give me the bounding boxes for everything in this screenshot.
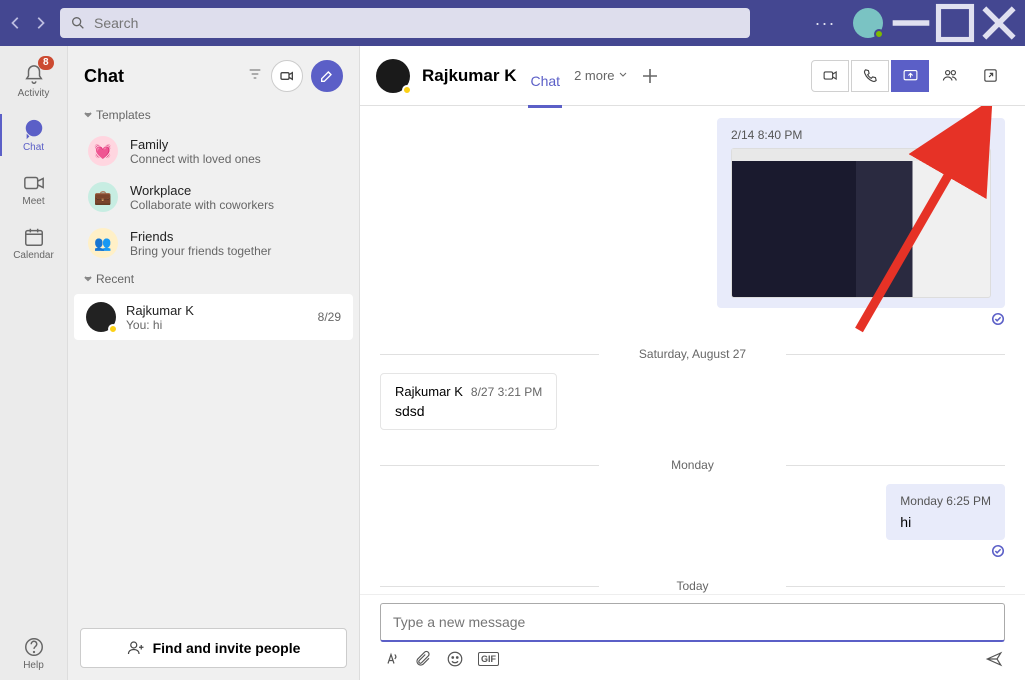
emoji-icon[interactable] [446, 650, 464, 668]
search-box[interactable] [60, 8, 750, 38]
template-friends[interactable]: 👥 FriendsBring your friends together [68, 220, 359, 266]
app-rail: 8 Activity Chat Meet Calendar Help [0, 46, 68, 680]
conversation-title: Rajkumar K [422, 66, 516, 86]
people-icon [942, 67, 959, 84]
status-away-icon [108, 324, 118, 334]
date-divider: Saturday, August 27 [380, 347, 1005, 361]
rail-calendar[interactable]: Calendar [0, 216, 68, 270]
close-button[interactable] [977, 0, 1021, 46]
chat-sidebar: Chat Templates 💓 FamilyConnect with love… [68, 46, 360, 680]
section-templates[interactable]: Templates [68, 102, 359, 128]
screen-share-button[interactable] [891, 60, 929, 92]
message-outgoing[interactable]: Monday 6:25 PM hi [380, 484, 1005, 563]
video-call-button[interactable] [811, 60, 849, 92]
gif-icon[interactable]: GIF [478, 652, 499, 666]
message-body: hi [900, 514, 991, 530]
chat-icon [23, 118, 45, 140]
compose-area: GIF [360, 594, 1025, 680]
chevron-down-icon [618, 70, 628, 80]
search-input[interactable] [94, 15, 740, 31]
template-family[interactable]: 💓 FamilyConnect with loved ones [68, 128, 359, 174]
date-divider: Today [380, 579, 1005, 593]
chevron-down-icon [84, 111, 92, 119]
message-timestamp: Monday 6:25 PM [900, 494, 991, 508]
forward-button[interactable] [28, 11, 52, 35]
back-button[interactable] [4, 11, 28, 35]
attach-icon[interactable] [414, 650, 432, 668]
conversation-header: Rajkumar K Chat 2 more [360, 46, 1025, 106]
chevron-down-icon [84, 275, 92, 283]
message-timestamp: 2/14 8:40 PM [731, 128, 991, 142]
image-attachment[interactable] [731, 148, 991, 298]
sidebar-title: Chat [84, 66, 239, 87]
audio-call-button[interactable] [851, 60, 889, 92]
section-recent[interactable]: Recent [68, 266, 359, 292]
avatar [376, 59, 410, 93]
rail-activity[interactable]: 8 Activity [0, 54, 68, 108]
profile-avatar[interactable] [853, 8, 883, 38]
minimize-button[interactable] [889, 0, 933, 46]
message-input[interactable] [380, 603, 1005, 642]
tab-chat[interactable]: Chat [528, 55, 562, 108]
family-icon: 💓 [88, 136, 118, 166]
status-away-icon [402, 85, 412, 95]
send-button[interactable] [985, 650, 1003, 668]
popout-button[interactable] [971, 60, 1009, 92]
message-timestamp: 8/27 3:21 PM [471, 385, 542, 399]
rail-meet[interactable]: Meet [0, 162, 68, 216]
read-receipt-icon [991, 312, 1005, 331]
share-screen-icon [902, 67, 919, 84]
popout-icon [982, 67, 999, 84]
rail-help[interactable]: Help [0, 626, 68, 680]
avatar [86, 302, 116, 332]
search-icon [70, 15, 86, 31]
read-receipt-icon [991, 544, 1005, 563]
calendar-icon [23, 226, 45, 248]
video-icon [822, 67, 839, 84]
message-incoming[interactable]: Rajkumar K 8/27 3:21 PM sdsd [380, 373, 557, 430]
rail-chat[interactable]: Chat [0, 108, 68, 162]
titlebar: ··· [0, 0, 1025, 46]
message-list: 2/14 8:40 PM Saturday, August 27 Rajkuma… [360, 106, 1025, 594]
people-button[interactable] [931, 60, 969, 92]
maximize-button[interactable] [933, 0, 977, 46]
format-icon[interactable] [382, 650, 400, 668]
filter-button[interactable] [247, 66, 263, 87]
tab-more[interactable]: 2 more [574, 68, 628, 83]
template-workplace[interactable]: 💼 WorkplaceCollaborate with coworkers [68, 174, 359, 220]
friends-icon: 👥 [88, 228, 118, 258]
activity-badge: 8 [38, 56, 54, 70]
add-tab-button[interactable] [640, 66, 660, 86]
workplace-icon: 💼 [88, 182, 118, 212]
more-button[interactable]: ··· [803, 0, 847, 46]
sender-name: Rajkumar K [395, 384, 463, 399]
message-outgoing[interactable]: 2/14 8:40 PM [380, 118, 1005, 331]
meet-now-button[interactable] [271, 60, 303, 92]
phone-icon [862, 67, 879, 84]
help-icon [23, 636, 45, 658]
video-icon [23, 172, 45, 194]
find-invite-button[interactable]: Find and invite people [80, 628, 347, 668]
compose-button[interactable] [311, 60, 343, 92]
chat-item[interactable]: Rajkumar KYou: hi 8/29 [74, 294, 353, 340]
message-body: sdsd [395, 403, 542, 419]
conversation-pane: Rajkumar K Chat 2 more 2/14 8:40 PM [360, 46, 1025, 680]
date-divider: Monday [380, 458, 1005, 472]
presence-indicator [874, 29, 884, 39]
invite-icon [127, 639, 145, 657]
